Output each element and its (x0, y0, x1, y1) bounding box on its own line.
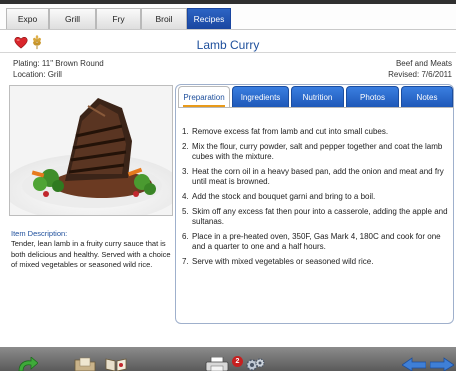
item-description-text: Tender, lean lamb in a fruity curry sauc… (11, 239, 171, 269)
tab-notes[interactable]: Notes (401, 86, 453, 107)
printer-icon[interactable] (205, 357, 229, 371)
notification-badge: 2 (232, 356, 243, 367)
tab-nutrition[interactable]: Nutrition (291, 86, 344, 107)
folder-icon[interactable] (74, 357, 96, 371)
step-text: Serve with mixed vegetables or seasoned … (192, 257, 374, 267)
revised-date: Revised: 7/6/2011 (388, 70, 452, 79)
step-number: 7. (182, 257, 189, 267)
step-number: 5. (182, 206, 189, 216)
top-navigation-bar: Expo Grill Fry Broil Recipes (0, 0, 456, 30)
window-top-strip (0, 0, 456, 4)
tab-recipes[interactable]: Recipes (187, 8, 231, 29)
list-item: 4. Add the stock and bouquet garni and br… (182, 192, 450, 203)
step-number: 3. (182, 166, 189, 176)
list-item: 1. Remove excess fat from lamb and cut in… (182, 127, 450, 138)
list-item: 5. Skim off any excess fat then pour into… (182, 207, 450, 228)
tab-expo[interactable]: Expo (6, 8, 49, 29)
recipe-tabs: Preparation Ingredients Nutrition Photos… (178, 86, 454, 108)
category-text: Beef and Meats (395, 59, 452, 68)
plating-text: Plating: 11" Brown Round (13, 59, 104, 68)
tab-broil[interactable]: Broil (141, 8, 187, 29)
tab-underline (178, 107, 454, 108)
dish-photo (9, 85, 173, 216)
preparation-steps: 1. Remove excess fat from lamb and cut in… (182, 127, 450, 272)
lamb-curry-image (10, 86, 172, 215)
list-item: 6. Place in a pre-heated oven, 350F, Gas … (182, 232, 450, 253)
forward-arrow-icon[interactable] (430, 357, 454, 371)
tab-photos[interactable]: Photos (346, 86, 399, 107)
step-number: 2. (182, 141, 189, 151)
step-number: 4. (182, 192, 189, 202)
tab-ingredients[interactable]: Ingredients (232, 86, 289, 107)
settings-icon[interactable] (244, 357, 266, 371)
step-text: Mix the flour, curry powder, salt and pe… (192, 141, 443, 162)
tab-fry[interactable]: Fry (96, 8, 141, 29)
tab-preparation[interactable]: Preparation (178, 86, 230, 107)
location-text: Location: Grill (13, 70, 62, 79)
step-text: Add the stock and bouquet garni and brin… (192, 192, 376, 202)
back-arrow-icon[interactable] (402, 357, 426, 371)
list-item: 7. Serve with mixed vegetables or seasone… (182, 257, 450, 268)
list-item: 3. Heat the corn oil in a heavy based pan… (182, 167, 450, 188)
step-text: Place in a pre-heated oven, 350F, Gas Ma… (192, 231, 441, 252)
plating-info: Plating: 11" Brown Round Location: Grill (13, 58, 104, 80)
page-title: Lamb Curry (196, 38, 260, 52)
step-number: 1. (182, 127, 189, 136)
tab-grill[interactable]: Grill (49, 8, 96, 29)
step-text: Remove excess fat from lamb and cut into… (192, 127, 389, 136)
category-info: Beef and Meats Revised: 7/6/2011 (388, 58, 452, 80)
header-divider (0, 52, 456, 53)
book-icon[interactable] (104, 357, 128, 371)
step-number: 6. (182, 231, 189, 241)
step-text: Heat the corn oil in a heavy based pan, … (192, 166, 444, 187)
step-text: Skim off any excess fat then pour into a… (192, 206, 448, 227)
item-description-label: Item Description: (11, 229, 68, 238)
refresh-arrow-icon[interactable] (16, 357, 38, 371)
list-item: 2. Mix the flour, curry powder, salt and … (182, 142, 450, 163)
